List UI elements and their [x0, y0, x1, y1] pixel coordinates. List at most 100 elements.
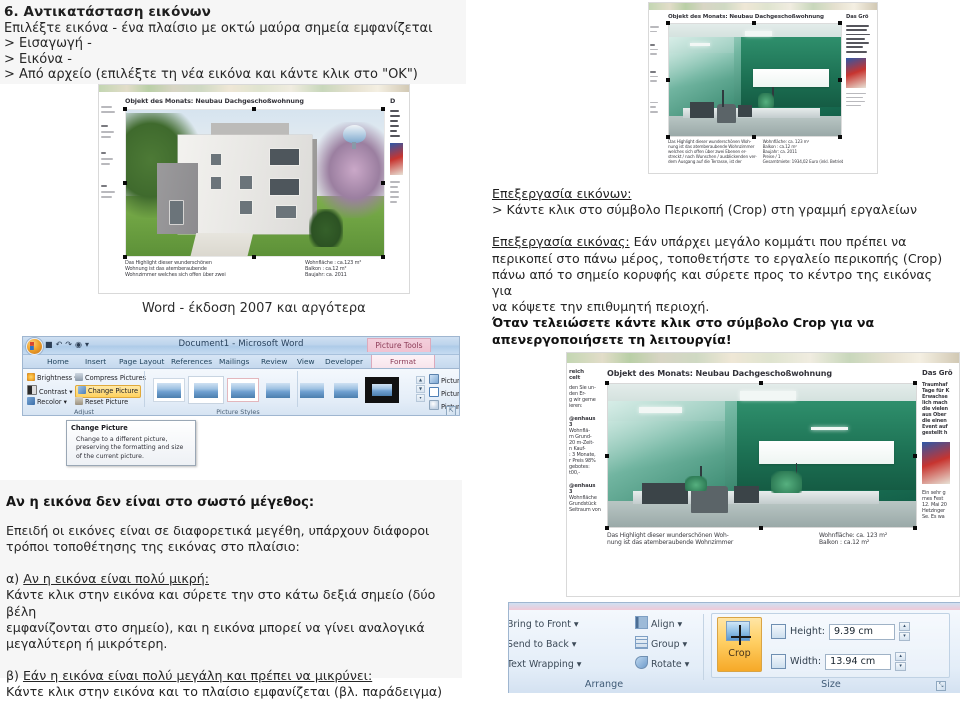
tab-format[interactable]: Format [371, 355, 435, 368]
text-wrapping-button[interactable]: Text Wrapping ▾ [509, 656, 581, 672]
ribbon-size-content[interactable]: Bring to Front ▾ Send to Back ▾ Text Wra… [509, 610, 960, 693]
width-stepper-up-icon[interactable]: ▴ [895, 652, 907, 661]
selection-handle-e[interactable] [838, 78, 842, 82]
recolor-button[interactable]: Recolor ▾ [27, 397, 67, 408]
photo-ceiling-light [740, 391, 796, 400]
tab-developer[interactable]: Developer [325, 355, 363, 368]
width-stepper[interactable]: ▴ ▾ [895, 652, 907, 671]
group-label-size: Size [821, 679, 841, 690]
tab-mailings[interactable]: Mailings [219, 355, 249, 368]
selection-handle-ne[interactable] [838, 21, 842, 25]
width-row[interactable]: Width: 13.94 cm ▴ ▾ [771, 652, 907, 671]
picture-styles-dialog-launcher[interactable]: ⇱ [446, 406, 456, 415]
photo-cabinet [734, 485, 759, 503]
picture-style-thumbnail[interactable] [153, 378, 185, 402]
tab-references[interactable]: References [171, 355, 212, 368]
selection-handle-sw[interactable] [666, 135, 670, 139]
size-option-b-prefix: β) [6, 667, 23, 683]
selection-handle-n[interactable] [252, 107, 256, 111]
send-to-back-button[interactable]: Send to Back ▾ [509, 636, 576, 652]
selection-handle-nw[interactable] [605, 381, 609, 385]
bring-to-front-button[interactable]: Bring to Front ▾ [509, 616, 579, 632]
tab-insert[interactable]: Insert [85, 355, 106, 368]
selected-image-frame[interactable] [123, 107, 385, 259]
picture-styles-gallery[interactable] [153, 377, 399, 403]
height-stepper-down-icon[interactable]: ▾ [898, 632, 910, 641]
width-input[interactable]: 13.94 cm [825, 653, 892, 670]
selection-handle-n[interactable] [759, 381, 763, 385]
selection-handle-s[interactable] [752, 135, 756, 139]
tab-home[interactable]: Home [47, 355, 69, 368]
selected-image-frame[interactable] [605, 381, 917, 530]
picture-style-thumbnail[interactable] [297, 379, 327, 401]
tab-page-layout[interactable]: Page Layout [119, 355, 164, 368]
size-dialog-launcher[interactable]: ⤡ [936, 681, 946, 691]
crop-instructions-line-1: > Κάντε κλικ στο σύμβολο Περικοπή (Crop)… [492, 202, 917, 218]
document-preview-green-bottom[interactable]: reich celt den Sie un- den Er- g wir ger… [566, 352, 960, 597]
gallery-scroll-buttons[interactable]: ▲ ▼ ▾ [416, 376, 425, 402]
selection-handle-w[interactable] [605, 453, 609, 458]
selection-handle-ne[interactable] [913, 381, 917, 385]
selection-handle-se[interactable] [913, 526, 917, 530]
width-stepper-down-icon[interactable]: ▾ [895, 662, 907, 671]
rotate-button[interactable]: Rotate ▾ [635, 656, 689, 672]
group-icon [635, 636, 648, 649]
photo-window [239, 200, 253, 214]
selection-handle-e[interactable] [381, 181, 385, 185]
contrast-icon [27, 385, 37, 395]
selection-handle-w[interactable] [666, 78, 670, 82]
picture-style-thumbnail[interactable] [331, 379, 361, 401]
height-stepper[interactable]: ▴ ▾ [898, 622, 910, 641]
scroll-up-icon[interactable]: ▲ [416, 376, 425, 384]
selection-handle-s[interactable] [759, 526, 763, 530]
picture-border-button[interactable]: Picture Border ▾ [429, 387, 459, 400]
group-picture-styles[interactable]: ▲ ▼ ▾ Picture Shape ▾ Picture Border ▾ P… [147, 369, 459, 415]
document-caption: dem Ausgang auf die Terrasse, ist der [668, 159, 742, 164]
brightness-button[interactable]: Brightness ▾ [27, 373, 78, 384]
green-interior-photo[interactable] [668, 23, 842, 137]
selection-handle-ne[interactable] [381, 107, 385, 111]
document-preview-house[interactable]: Objekt des Monats: Neubau Dachgeschoßwoh… [98, 84, 410, 294]
group-adjust[interactable]: Brightness ▾ Contrast ▾ Recolor ▾ Compre… [23, 369, 146, 415]
gallery-more-icon[interactable]: ▾ [416, 394, 425, 402]
height-input[interactable]: 9.39 cm [828, 623, 895, 640]
crop-button[interactable]: Crop [717, 617, 762, 672]
picture-style-thumbnail[interactable] [189, 377, 223, 403]
green-interior-photo[interactable] [607, 383, 917, 528]
photo-plant [685, 475, 707, 492]
selection-handle-w[interactable] [123, 181, 127, 185]
ribbon-content[interactable]: Brightness ▾ Contrast ▾ Recolor ▾ Compre… [23, 369, 459, 415]
scroll-down-icon[interactable]: ▼ [416, 385, 425, 393]
selection-handle-nw[interactable] [123, 107, 127, 111]
picture-shape-button[interactable]: Picture Shape ▾ [429, 374, 459, 387]
selection-handle-se[interactable] [838, 135, 842, 139]
align-button[interactable]: Align ▾ [635, 616, 682, 632]
ribbon-tab-strip[interactable]: Home Insert Page Layout References Maili… [23, 355, 459, 369]
selection-handle-se[interactable] [381, 255, 385, 259]
compress-pictures-button[interactable]: Compress Pictures [75, 373, 146, 384]
word-ribbon-arrange-size[interactable]: Bring to Front ▾ Send to Back ▾ Text Wra… [508, 602, 960, 693]
picture-style-thumbnail-selected[interactable] [365, 377, 399, 403]
selected-image-frame[interactable] [666, 21, 842, 139]
selection-handle-e[interactable] [913, 453, 917, 458]
height-row[interactable]: Height: 9.39 cm ▴ ▾ [771, 622, 910, 641]
news-thumbnail [922, 442, 950, 484]
group-divider [703, 614, 704, 680]
selection-handle-s[interactable] [252, 255, 256, 259]
tab-view[interactable]: View [297, 355, 315, 368]
reset-picture-button[interactable]: Reset Picture [75, 397, 128, 408]
picture-style-thumbnail[interactable] [263, 379, 293, 401]
picture-style-thumbnail[interactable] [227, 378, 259, 402]
group-button[interactable]: Group ▾ [635, 636, 687, 652]
selection-handle-nw[interactable] [666, 21, 670, 25]
selection-handle-n[interactable] [752, 21, 756, 25]
selection-handle-sw[interactable] [123, 255, 127, 259]
word-ribbon-format-tab[interactable]: ■ ↶ ↷ ◉ ▾ Document1 - Microsoft Word Pic… [22, 336, 460, 416]
width-label: Width: [790, 656, 822, 667]
document-preview-green-top[interactable]: Objekt des Monats: Neubau Dachgeschoßwoh… [648, 2, 878, 174]
height-stepper-up-icon[interactable]: ▴ [898, 622, 910, 631]
tab-review[interactable]: Review [261, 355, 287, 368]
selection-handle-sw[interactable] [605, 526, 609, 530]
house-photo[interactable] [125, 109, 385, 257]
photo-path [189, 232, 254, 256]
